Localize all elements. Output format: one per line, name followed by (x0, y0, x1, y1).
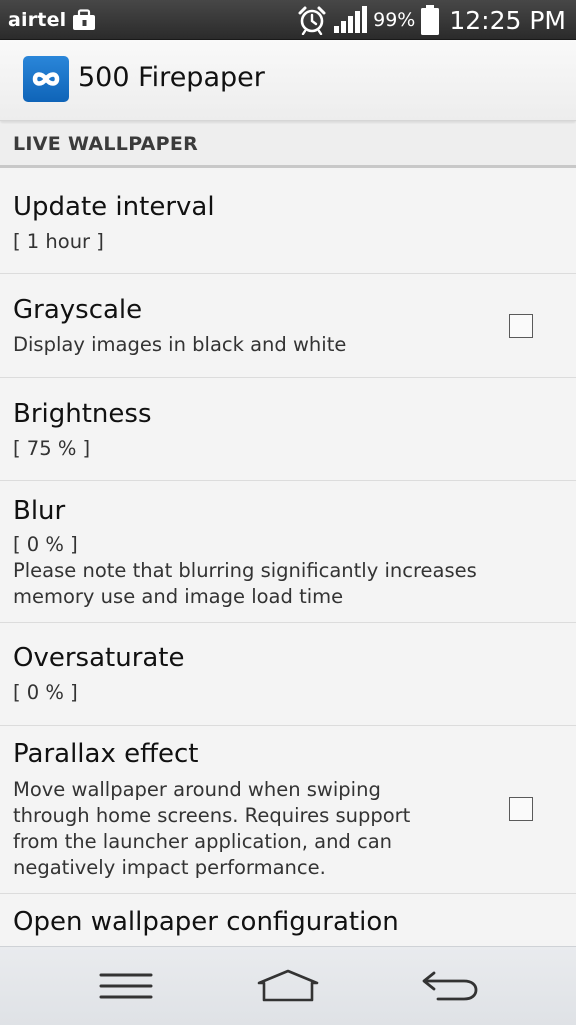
status-right: 99% 12:25 PM (297, 0, 566, 40)
section-header-label: LIVE WALLPAPER (13, 133, 199, 155)
pref-open-config[interactable]: Open wallpaper configuration (0, 894, 576, 946)
briefcase-icon (73, 9, 96, 30)
pref-title: Open wallpaper configuration (13, 907, 399, 937)
pref-summary: Display images in black and white (13, 333, 347, 356)
back-icon (422, 971, 478, 1001)
pref-oversaturate[interactable]: Oversaturate [ 0 % ] (0, 623, 576, 726)
pref-note: memory use and image load time (13, 585, 344, 608)
pref-update-interval[interactable]: Update interval [ 1 hour ] (0, 168, 576, 274)
menu-icon (99, 973, 153, 999)
pref-summary: through home screens. Requires support (13, 804, 411, 827)
app-title: 500 Firepaper (78, 62, 265, 93)
pref-title: Brightness (13, 399, 152, 429)
back-button[interactable] (390, 947, 510, 1025)
pref-title: Update interval (13, 192, 215, 222)
pref-summary: [ 1 hour ] (13, 230, 104, 253)
action-bar: 500 Firepaper (0, 40, 576, 121)
pref-summary: Move wallpaper around when swiping (13, 778, 381, 801)
pref-summary: negatively impact performance. (13, 856, 326, 879)
battery-percent: 99% (373, 9, 416, 31)
nav-bar (0, 946, 576, 1025)
pref-title: Parallax effect (13, 739, 199, 769)
battery-icon (421, 5, 440, 35)
home-button[interactable] (228, 947, 348, 1025)
status-left: airtel (8, 0, 96, 40)
parallax-checkbox[interactable] (509, 797, 533, 821)
pref-brightness[interactable]: Brightness [ 75 % ] (0, 378, 576, 481)
carrier-label: airtel (8, 9, 67, 31)
pref-title: Oversaturate (13, 643, 185, 673)
pref-note: Please note that blurring significantly … (13, 559, 477, 582)
status-bar: airtel 99% 12:25 PM (0, 0, 576, 40)
pref-summary: from the launcher application, and can (13, 830, 393, 853)
grayscale-checkbox[interactable] (509, 314, 533, 338)
pref-grayscale[interactable]: Grayscale Display images in black and wh… (0, 274, 576, 378)
pref-summary: [ 0 % ] (13, 681, 78, 704)
pref-summary: [ 0 % ] (13, 533, 78, 556)
alarm-icon (298, 6, 326, 35)
pref-title: Grayscale (13, 295, 143, 325)
clock: 12:25 PM (449, 5, 566, 35)
signal-icon (334, 6, 368, 33)
section-header: LIVE WALLPAPER (0, 124, 576, 168)
pref-summary: [ 75 % ] (13, 437, 91, 460)
app-icon[interactable] (23, 56, 69, 102)
home-icon (257, 969, 319, 1002)
menu-button[interactable] (66, 947, 186, 1025)
infinity-icon (32, 72, 60, 86)
pref-blur[interactable]: Blur [ 0 % ] Please note that blurring s… (0, 481, 576, 623)
pref-title: Blur (13, 496, 66, 526)
pref-parallax[interactable]: Parallax effect Move wallpaper around wh… (0, 726, 576, 894)
